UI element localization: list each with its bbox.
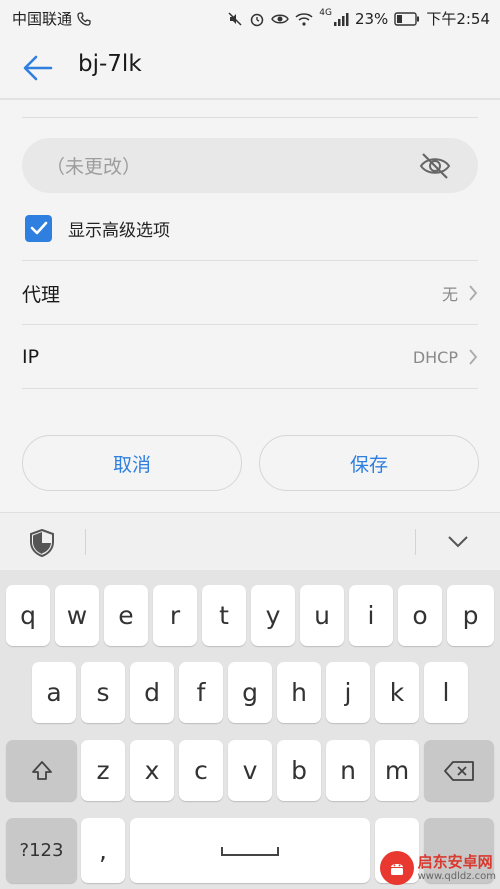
ip-label: IP <box>22 346 40 368</box>
soft-keyboard: q w e r t y u i o p a s d f g h j k l z … <box>0 570 500 889</box>
divider <box>22 388 478 389</box>
ip-value: DHCP <box>412 347 458 367</box>
shift-icon <box>31 760 52 780</box>
key[interactable]: s <box>81 662 125 723</box>
key[interactable]: z <box>81 740 125 801</box>
proxy-row[interactable]: 代理 无 <box>22 262 478 324</box>
proxy-value: 无 <box>441 285 458 304</box>
carrier-label: 中国联通 <box>12 10 73 28</box>
check-icon <box>30 221 47 235</box>
backspace-icon <box>444 760 474 781</box>
advanced-options-checkbox[interactable] <box>25 214 52 242</box>
battery-percent: 23% <box>354 9 389 28</box>
password-field[interactable] <box>22 138 478 195</box>
chevron-right-icon <box>469 285 478 301</box>
key[interactable]: k <box>375 662 419 723</box>
status-bar: 中国联通 4G 23% 下午2:54 <box>0 0 500 34</box>
backspace-key[interactable] <box>424 740 494 801</box>
mute-icon <box>228 11 242 26</box>
page-title: bj-7lk <box>78 51 142 77</box>
chevron-down-icon[interactable] <box>447 535 469 549</box>
key[interactable]: w <box>55 585 99 646</box>
key[interactable]: i <box>349 585 393 646</box>
key[interactable]: e <box>104 585 148 646</box>
divider <box>22 260 478 261</box>
back-button[interactable] <box>18 48 58 88</box>
chevron-right-icon <box>469 349 478 365</box>
save-button[interactable]: 保存 <box>259 435 479 491</box>
key[interactable]: n <box>326 740 370 801</box>
hd-call-icon <box>77 11 91 26</box>
android-icon <box>390 864 403 875</box>
watermark-text: 启东安卓网 www.qdldz.com <box>418 854 496 882</box>
key[interactable]: p <box>447 585 494 646</box>
network-settings-panel: 显示高级选项 代理 无 IP DHCP 取消 保存 <box>0 100 500 512</box>
advanced-options-label: 显示高级选项 <box>68 220 170 241</box>
key[interactable]: u <box>300 585 344 646</box>
eye-off-icon <box>419 153 451 179</box>
ip-row[interactable]: IP DHCP <box>22 326 478 388</box>
ip-value-group: DHCP <box>413 348 478 367</box>
key[interactable]: t <box>202 585 246 646</box>
key[interactable]: g <box>228 662 272 723</box>
watermark-name: 启东安卓网 <box>417 853 493 872</box>
proxy-value-group: 无 <box>442 281 478 305</box>
key[interactable]: c <box>179 740 223 801</box>
key[interactable]: f <box>179 662 223 723</box>
cancel-button[interactable]: 取消 <box>22 435 242 491</box>
top-divider <box>22 117 478 118</box>
keyboard-toolbar <box>0 512 500 571</box>
key[interactable]: j <box>326 662 370 723</box>
key[interactable]: r <box>153 585 197 646</box>
status-right: 4G 23% 下午2:54 <box>227 8 490 29</box>
status-left: 中国联通 <box>12 8 92 29</box>
space-key[interactable] <box>130 818 370 883</box>
key[interactable]: m <box>375 740 419 801</box>
key[interactable]: o <box>398 585 442 646</box>
toolbar-separator <box>415 529 416 555</box>
network-type: 4G <box>319 8 332 18</box>
clock: 下午2:54 <box>426 10 490 28</box>
key[interactable]: v <box>228 740 272 801</box>
key[interactable]: a <box>32 662 76 723</box>
eye-comfort-icon <box>271 14 290 23</box>
key[interactable]: x <box>130 740 174 801</box>
arrow-left-icon <box>23 55 53 81</box>
shift-key[interactable] <box>6 740 77 801</box>
security-shield-icon[interactable] <box>29 529 55 557</box>
divider <box>22 324 478 325</box>
comma-key[interactable]: , <box>81 818 125 883</box>
site-watermark: 启东安卓网 www.qdldz.com <box>379 851 496 885</box>
battery-icon <box>394 11 420 26</box>
space-bar-icon <box>221 846 279 856</box>
watermark-logo-icon <box>379 851 414 885</box>
toggle-visibility-button[interactable] <box>418 151 452 181</box>
key[interactable]: y <box>251 585 295 646</box>
key[interactable]: b <box>277 740 321 801</box>
signal-icon <box>333 12 349 26</box>
advanced-options-row[interactable]: 显示高级选项 <box>25 213 170 243</box>
wifi-icon <box>295 12 313 26</box>
key[interactable]: q <box>6 585 50 646</box>
app-header: bj-7lk <box>0 34 500 100</box>
proxy-label: 代理 <box>22 283 61 306</box>
key[interactable]: l <box>424 662 468 723</box>
password-input[interactable] <box>44 138 408 195</box>
toolbar-separator <box>85 529 86 555</box>
alarm-icon <box>251 13 264 26</box>
symbols-key[interactable]: ?123 <box>6 818 77 883</box>
key[interactable]: h <box>277 662 321 723</box>
watermark-url: www.qdldz.com <box>417 870 496 882</box>
key[interactable]: d <box>130 662 174 723</box>
